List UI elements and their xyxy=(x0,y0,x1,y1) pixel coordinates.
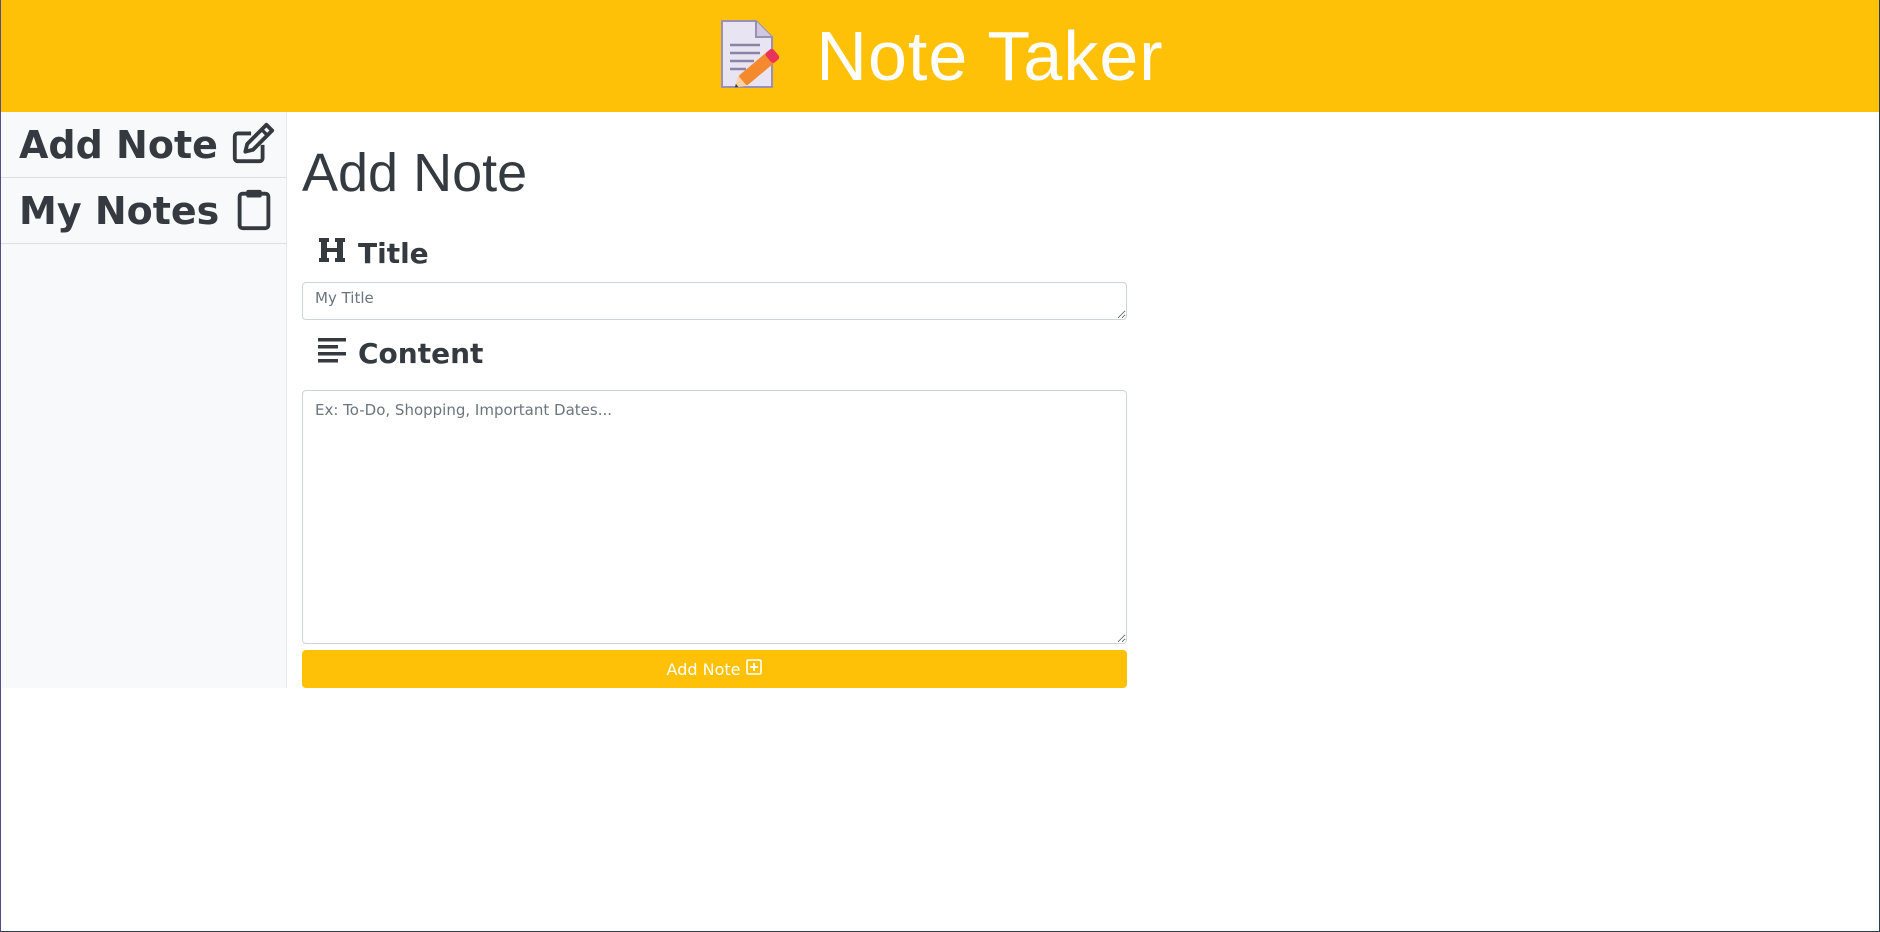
app-title: Note Taker xyxy=(816,17,1164,95)
clipboard-icon xyxy=(231,186,277,236)
sidebar-item-add-note[interactable]: Add Note xyxy=(1,112,286,178)
content-label-text: Content xyxy=(358,336,484,370)
sidebar: Add Note My Notes xyxy=(1,112,287,688)
memo-pencil-icon xyxy=(716,17,788,95)
sidebar-item-my-notes[interactable]: My Notes xyxy=(1,178,286,244)
sidebar-item-label: My Notes xyxy=(19,188,220,233)
title-input[interactable] xyxy=(302,282,1127,320)
content-area: Add Note My Notes Add Note Title My Titl… xyxy=(1,112,1879,688)
sidebar-item-label: Add Note xyxy=(19,122,218,167)
app-header: Note Taker xyxy=(1,0,1879,112)
edit-icon xyxy=(230,120,276,170)
content-input[interactable] xyxy=(302,390,1127,644)
heading-icon xyxy=(316,234,348,273)
page-title: Add Note xyxy=(302,143,528,203)
add-note-button[interactable]: Add Note xyxy=(302,650,1127,688)
content-label: Content xyxy=(302,328,1127,378)
title-label: Title xyxy=(302,230,1127,276)
plus-square-icon xyxy=(746,659,763,679)
title-label-text: Title xyxy=(358,236,429,270)
align-left-icon xyxy=(316,334,348,373)
add-note-form: Add Note Title My Title Content Ex: To-D… xyxy=(287,112,1127,688)
add-note-button-label: Add Note xyxy=(666,659,741,679)
app-window: Note Taker Add Note My Notes Add Note Ti… xyxy=(0,0,1880,932)
